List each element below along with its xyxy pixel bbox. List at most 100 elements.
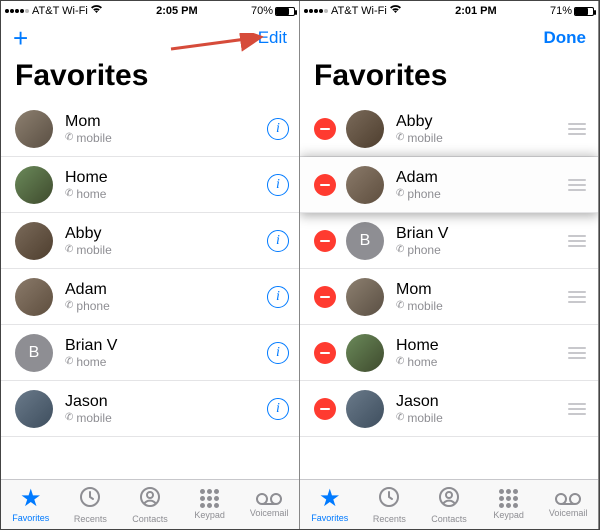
status-battery-pct: 71% (550, 5, 572, 17)
avatar (15, 166, 53, 204)
contact-type: ✆phone (396, 187, 558, 201)
delete-button[interactable] (314, 342, 336, 364)
avatar (15, 390, 53, 428)
page-title: Favorites (1, 55, 299, 101)
contact-type: ✆mobile (396, 299, 558, 313)
drag-handle-icon[interactable] (566, 175, 588, 195)
info-button[interactable]: i (267, 286, 289, 308)
contact-type: ✆mobile (65, 243, 267, 257)
signal-icon (5, 9, 30, 13)
phone-icon: ✆ (396, 188, 404, 200)
contact-name: Adam (65, 280, 267, 299)
avatar (346, 278, 384, 316)
avatar (15, 222, 53, 260)
tab-recents[interactable]: Recents (360, 480, 420, 529)
tab-label: Favorites (12, 513, 49, 523)
status-bar: AT&T Wi-Fi 2:05 PM 70% (1, 1, 299, 21)
status-carrier: AT&T Wi-Fi (32, 5, 88, 17)
avatar: B (15, 334, 53, 372)
avatar (15, 278, 53, 316)
favorite-row[interactable]: Home ✆home i (1, 157, 299, 213)
favorite-row[interactable]: Jason ✆mobile i (1, 381, 299, 437)
info-button[interactable]: i (267, 230, 289, 252)
person-icon (438, 486, 460, 512)
drag-handle-icon[interactable] (566, 399, 588, 419)
drag-handle-icon[interactable] (566, 119, 588, 139)
contact-name: Mom (396, 280, 558, 299)
tab-voicemail[interactable]: Voicemail (239, 480, 299, 529)
battery-icon (275, 7, 295, 16)
tab-contacts[interactable]: Contacts (419, 480, 479, 529)
phone-left: AT&T Wi-Fi 2:05 PM 70% + Edit Favorites … (1, 1, 300, 529)
favorite-row[interactable]: Abby ✆mobile i (1, 213, 299, 269)
status-bar: AT&T Wi-Fi 2:01 PM 71% (300, 1, 598, 21)
drag-handle-icon[interactable] (566, 287, 588, 307)
tab-label: Voicemail (549, 508, 588, 518)
status-time: 2:01 PM (455, 5, 497, 17)
tab-recents[interactable]: Recents (61, 480, 121, 529)
contact-type: ✆mobile (65, 411, 267, 425)
avatar (346, 110, 384, 148)
favorite-row[interactable]: B Brian V ✆home i (1, 325, 299, 381)
edit-button[interactable]: Edit (258, 28, 287, 48)
info-button[interactable]: i (267, 174, 289, 196)
tab-label: Keypad (194, 510, 225, 520)
wifi-icon (90, 5, 103, 17)
tab-label: Favorites (311, 513, 348, 523)
tab-label: Recents (373, 514, 406, 524)
delete-button[interactable] (314, 286, 336, 308)
avatar (346, 390, 384, 428)
info-button[interactable]: i (267, 342, 289, 364)
voicemail-icon (555, 492, 581, 506)
tab-voicemail[interactable]: Voicemail (538, 480, 598, 529)
delete-button[interactable] (314, 118, 336, 140)
contact-name: Home (396, 336, 558, 355)
battery-icon (574, 7, 594, 16)
contact-name: Home (65, 168, 267, 187)
tab-favorites[interactable]: ★ Favorites (300, 480, 360, 529)
favorite-row-edit[interactable]: Mom ✆mobile (300, 269, 598, 325)
contact-type: ✆home (396, 355, 558, 369)
info-button[interactable]: i (267, 398, 289, 420)
done-button[interactable]: Done (544, 28, 587, 48)
contact-name: Abby (65, 224, 267, 243)
drag-handle-icon[interactable] (566, 343, 588, 363)
info-button[interactable]: i (267, 118, 289, 140)
add-favorite-button[interactable]: + (13, 25, 28, 51)
favorite-row-edit[interactable]: B Brian V ✆phone (300, 213, 598, 269)
tab-keypad[interactable]: Keypad (479, 480, 539, 529)
tab-label: Keypad (493, 510, 524, 520)
phone-icon: ✆ (65, 356, 73, 368)
favorite-row[interactable]: Adam ✆phone i (1, 269, 299, 325)
phone-right: AT&T Wi-Fi 2:01 PM 71% Done Favorites Ab… (300, 1, 599, 529)
favorite-row-edit[interactable]: Jason ✆mobile (300, 381, 598, 437)
clock-icon (378, 486, 400, 512)
favorite-row[interactable]: Mom ✆mobile i (1, 101, 299, 157)
voicemail-icon (256, 492, 282, 506)
favorite-row-edit[interactable]: Abby ✆mobile (300, 101, 598, 157)
drag-handle-icon[interactable] (566, 231, 588, 251)
person-icon (139, 486, 161, 512)
status-battery-pct: 70% (251, 5, 273, 17)
phone-icon: ✆ (396, 244, 404, 256)
tab-keypad[interactable]: Keypad (180, 480, 240, 529)
favorites-list-edit: Abby ✆mobile Adam ✆phone B Brian V ✆phon… (300, 101, 598, 479)
contact-name: Brian V (65, 336, 267, 355)
delete-button[interactable] (314, 398, 336, 420)
avatar (346, 166, 384, 204)
tab-contacts[interactable]: Contacts (120, 480, 180, 529)
star-icon: ★ (319, 487, 341, 511)
keypad-icon (200, 489, 219, 508)
nav-bar: + Edit (1, 21, 299, 55)
favorite-row-edit[interactable]: Adam ✆phone (300, 157, 598, 213)
contact-name: Adam (396, 168, 558, 187)
delete-button[interactable] (314, 230, 336, 252)
favorite-row-edit[interactable]: Home ✆home (300, 325, 598, 381)
favorites-list: Mom ✆mobile i Home ✆home i Abby ✆mobile … (1, 101, 299, 479)
tab-favorites[interactable]: ★Favorites (1, 480, 61, 529)
signal-icon (304, 9, 329, 13)
page-title: Favorites (300, 55, 598, 101)
clock-icon (79, 486, 101, 512)
contact-type: ✆home (65, 355, 267, 369)
delete-button[interactable] (314, 174, 336, 196)
